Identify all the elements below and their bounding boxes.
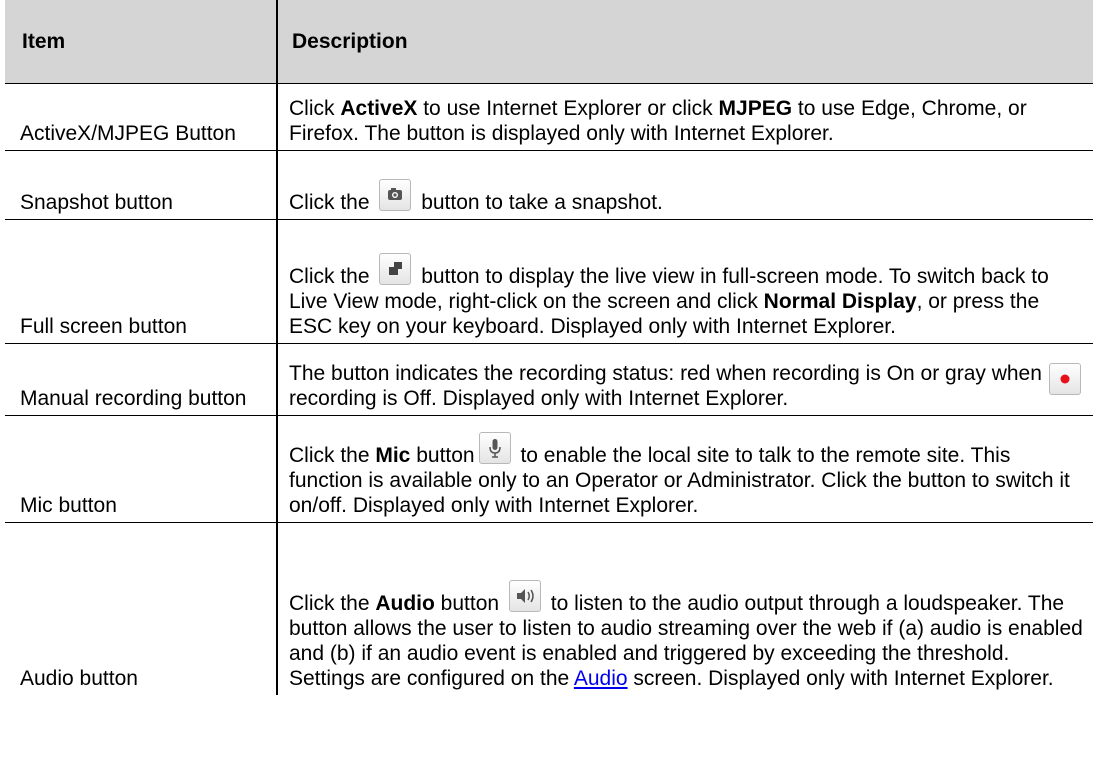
description-text: button xyxy=(410,444,475,467)
bold-term: Mic xyxy=(375,444,411,467)
description-cell: The button indicates the recording statu… xyxy=(276,343,1093,416)
description-cell: Click ActiveX to use Internet Explorer o… xyxy=(276,83,1093,151)
description-text: Click the xyxy=(289,265,376,288)
audio-screen-link[interactable]: Audio xyxy=(574,667,628,690)
item-cell: ActiveX/MJPEG Button xyxy=(5,83,277,151)
description-text: button to take a snapshot. xyxy=(415,191,663,214)
table-row: Manual recording button The button indic… xyxy=(5,343,1093,416)
description-text: Click the xyxy=(289,592,376,615)
description-text: Click xyxy=(289,97,341,120)
camera-icon xyxy=(388,188,403,200)
description-cell: Click the button to display the live vie… xyxy=(276,219,1093,344)
description-text: screen. Displayed only with Internet Exp… xyxy=(627,667,1054,690)
item-cell: Audio button xyxy=(20,667,138,690)
bold-term: Normal Display xyxy=(763,290,917,313)
bold-term: MJPEG xyxy=(718,97,793,120)
bold-term: Audio xyxy=(375,592,435,615)
item-cell: Full screen button xyxy=(5,219,277,344)
manual-record-button[interactable] xyxy=(1049,363,1081,395)
item-cell: Snapshot button xyxy=(5,150,277,220)
help-table: Item Description ActiveX/MJPEG Button Cl… xyxy=(5,0,1093,695)
header-row: Item Description xyxy=(5,0,1093,84)
table-row: Full screen button Click the button to d… xyxy=(5,219,1093,344)
description-text: Click the xyxy=(289,191,376,214)
description-text: Click the xyxy=(289,444,376,467)
item-cell: Mic button xyxy=(5,415,277,523)
description-cell: Click the Mic button to enable the local… xyxy=(276,415,1093,523)
table-row: ActiveX/MJPEG Button Click ActiveX to us… xyxy=(5,83,1093,151)
table-row: Snapshot button Click the button to take… xyxy=(5,150,1093,220)
speaker-icon xyxy=(516,589,534,603)
table-row: Audio button Click the Audio button to l… xyxy=(5,522,1093,695)
description-cell: Click the Audio button to listen to the … xyxy=(276,522,1093,695)
description-text: button xyxy=(434,592,505,615)
description-text: to use Internet Explorer or click xyxy=(417,97,719,120)
bold-term: ActiveX xyxy=(340,97,418,120)
mic-button[interactable] xyxy=(478,432,511,464)
snapshot-button[interactable] xyxy=(379,179,412,211)
mic-icon xyxy=(488,439,501,458)
fullscreen-button[interactable] xyxy=(379,253,412,285)
audio-button[interactable] xyxy=(508,580,541,612)
description-text: The button indicates the recording statu… xyxy=(289,362,1042,410)
record-icon xyxy=(1060,374,1070,384)
item-cell: Manual recording button xyxy=(5,343,277,416)
header-item: Item xyxy=(5,0,277,84)
description-cell: Click the button to take a snapshot. xyxy=(276,150,1093,220)
header-description: Description xyxy=(276,0,1093,84)
fullscreen-icon xyxy=(389,262,403,275)
table-row: Mic button Click the Mic button to enabl… xyxy=(5,415,1093,523)
